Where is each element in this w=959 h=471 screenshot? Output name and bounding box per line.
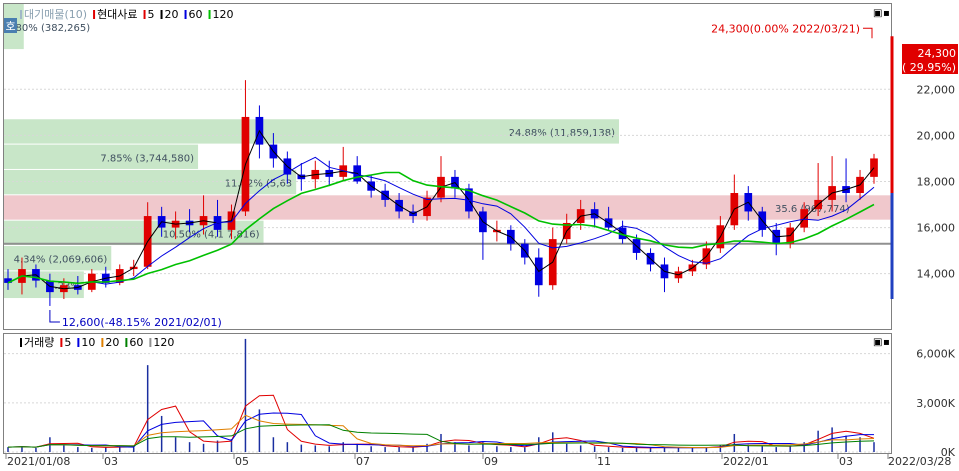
price-legend-swatch <box>184 10 187 19</box>
price-legend-swatch <box>208 10 211 19</box>
volume-legend-swatch <box>20 338 22 347</box>
volume-legend-label[interactable]: 10 <box>81 336 95 349</box>
x-tick-label: 03 <box>104 455 118 467</box>
volume-profile-label: 4.34% (2,069,606) <box>14 255 108 266</box>
low-price-annotation: 12,600(-48.15% 2021/02/01) <box>62 316 222 329</box>
price-legend-label[interactable]: 대기매물(10) <box>24 8 87 21</box>
x-tick-label: 2022/03/28 <box>888 455 951 467</box>
volume-legend-swatch <box>101 338 104 347</box>
candle-body <box>870 158 878 177</box>
price-legend-label[interactable]: 120 <box>213 8 234 21</box>
price-legend-swatch <box>160 10 163 19</box>
volume-legend-label[interactable]: 60 <box>129 336 143 349</box>
price-tick-label: 14,000 <box>917 268 956 281</box>
volume-legend-label[interactable]: 120 <box>153 336 174 349</box>
price-legend-swatch <box>143 10 146 19</box>
volume-profile-label: 0.80% (382,265) <box>6 23 90 34</box>
volume-legend-swatch <box>125 338 128 347</box>
price-legend-label[interactable]: 20 <box>165 8 179 21</box>
current-price-badge: 24,300 <box>918 47 957 60</box>
x-tick-label: 2021/01/08 <box>7 455 70 467</box>
x-tick-label: 07 <box>356 455 370 467</box>
corner-badge[interactable]: 호 <box>5 20 15 33</box>
x-tick-label: 09 <box>484 455 498 467</box>
x-tick-label: 03 <box>839 455 853 467</box>
volume-profile-label: 7.85% (3,744,580) <box>100 153 194 164</box>
chart-canvas: 0.80% (382,265) 24.88% (11,859,138) 7.85% … <box>3 3 958 468</box>
volume-legend-label[interactable]: 20 <box>105 336 119 349</box>
volume-legend-label[interactable]: 거래량 <box>24 336 54 349</box>
volume-profile-label: 24.88% (11,859,138) <box>509 128 615 139</box>
price-tick-label: 18,000 <box>917 175 956 188</box>
volume-tick-label: 6,000K <box>916 348 955 361</box>
price-legend-label[interactable]: 현대사료 <box>97 8 137 21</box>
volume-panel-frame <box>3 333 892 454</box>
stock-chart: 0.80% (382,265) 24.88% (11,859,138) 7.85% … <box>0 0 959 468</box>
volume-legend-swatch <box>77 338 80 347</box>
current-price-change: ( 29.95%) <box>902 61 956 74</box>
high-price-annotation: 24,300(0.00% 2022/03/21) <box>711 22 860 35</box>
price-tick-label: 22,000 <box>917 83 956 96</box>
volume-restore-button[interactable]: ▣ <box>873 337 882 348</box>
x-tick-label: 11 <box>597 455 611 467</box>
price-legend-swatch <box>20 10 22 19</box>
price-legend-swatch <box>93 10 96 19</box>
x-tick-label: 05 <box>235 455 249 467</box>
price-restore-button[interactable]: ▣ <box>873 8 882 19</box>
volume-tick-label: 3,000K <box>916 397 955 410</box>
volume-close-button[interactable]: ▪ <box>883 337 890 348</box>
price-tick-label: 16,000 <box>917 222 956 235</box>
volume-legend-swatch <box>149 338 152 347</box>
x-tick-label: 2022/01 <box>723 455 769 467</box>
volume-profile-label: 11.82% (5,63 <box>225 179 292 190</box>
volume-legend-label[interactable]: 5 <box>64 336 71 349</box>
volume-legend-swatch <box>60 338 63 347</box>
price-tick-label: 20,000 <box>917 129 956 142</box>
price-close-button[interactable]: ▪ <box>883 8 890 19</box>
price-legend-label[interactable]: 60 <box>189 8 203 21</box>
price-legend-label[interactable]: 5 <box>148 8 155 21</box>
